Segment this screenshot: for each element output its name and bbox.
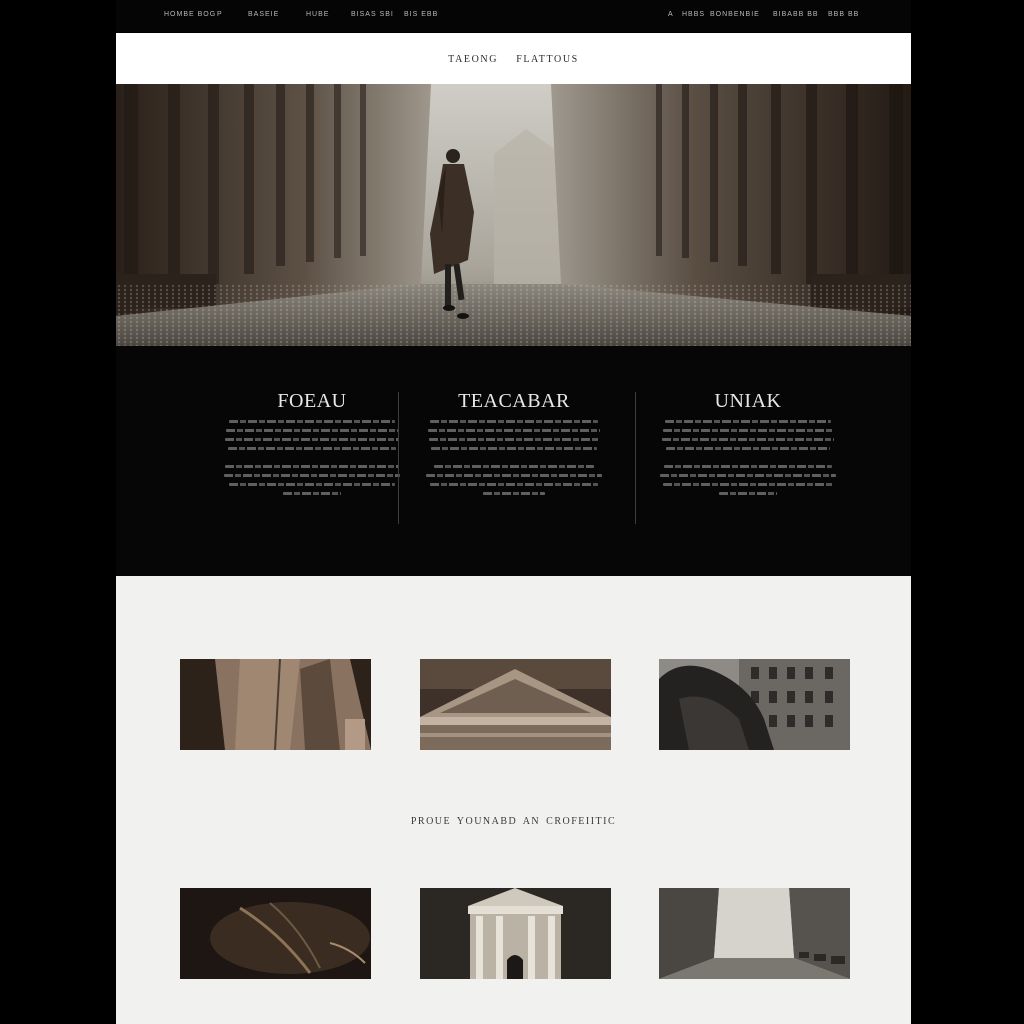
nav-item[interactable]: BASEIE [248,11,279,18]
nav-item[interactable]: HOMBE BOG [164,11,216,18]
gallery-image[interactable] [180,888,371,979]
nav-item[interactable]: BIBABB BB [773,11,819,18]
nav-item[interactable]: A [668,11,674,18]
feature-columns: FOEAU TEACABAR UNIAK [116,346,911,576]
column-title: FOEAU [277,390,347,412]
foggy-street-photo [659,888,850,979]
gallery-section: PROUE YOUNABD AN CROFEIITIC [116,576,911,1024]
gallery-image[interactable] [420,888,611,979]
hero-photo [116,84,911,346]
nav-item[interactable]: BISAS SBI [351,11,394,18]
gallery-image[interactable] [180,659,371,750]
nav-item[interactable]: HUBE [306,11,329,18]
column-title: TEACABAR [458,390,570,412]
header-band: TAEONG FLATTOUS [116,33,911,84]
column-divider [398,392,399,524]
nav-item[interactable]: P [217,11,223,18]
brand-word: FLATTOUS [516,54,579,65]
gallery-tagline: PROUE YOUNABD AN CROFEIITIC [410,816,617,827]
gallery-image[interactable] [659,659,850,750]
dark-texture-photo [180,888,371,979]
site-brand[interactable]: TAEONG FLATTOUS [116,54,911,65]
gallery-image[interactable] [659,888,850,979]
coat-closeup-photo [180,659,371,750]
hero-image [116,84,911,346]
column-title: UNIAK [714,390,782,412]
gallery-image[interactable] [420,659,611,750]
brand-word: TAEONG [448,54,499,65]
top-nav: HOMBE BOG P BASEIE HUBE BISAS SBI BIS EB… [116,0,911,32]
hooded-figure-city-photo [659,659,850,750]
classical-pediment-photo [420,659,611,750]
column-text [424,420,604,501]
page: HOMBE BOG P BASEIE HUBE BISAS SBI BIS EB… [116,0,911,1024]
nav-item[interactable]: HBBS [682,11,705,18]
column-divider [635,392,636,524]
column-text [658,420,838,501]
nav-item[interactable]: BIS EBB [404,11,438,18]
nav-item[interactable]: BBB BB [828,11,859,18]
nav-item[interactable]: BONBENBIE [710,11,760,18]
classical-building-photo [420,888,611,979]
column-text [222,420,402,501]
